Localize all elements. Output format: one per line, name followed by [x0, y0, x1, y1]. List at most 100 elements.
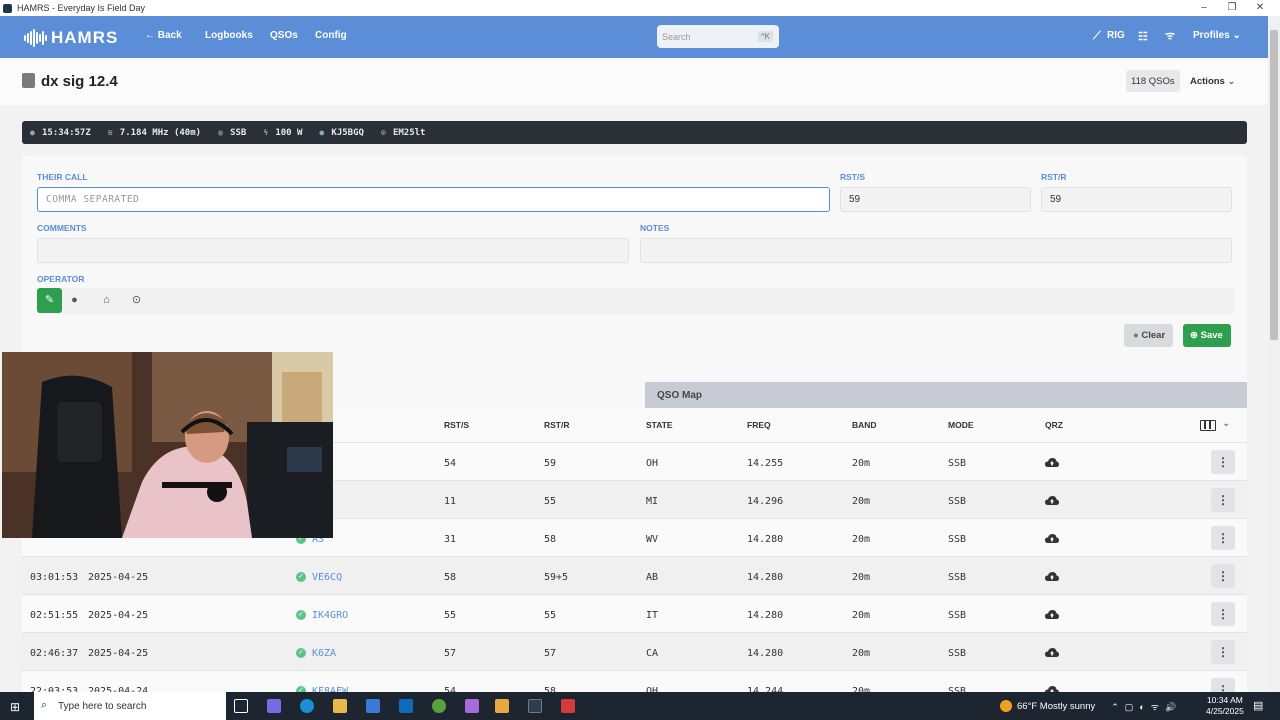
actions-label: Actions [1190, 76, 1225, 87]
cell-time: 03:01:53 [30, 572, 79, 583]
search-input[interactable]: Search ^K [657, 25, 779, 48]
clock-date: 4/25/2025 [1206, 706, 1244, 716]
qrz-upload-cloud-icon[interactable] [1045, 572, 1059, 581]
page-scrollbar[interactable] [1268, 16, 1280, 692]
tab-qso-map[interactable]: QSO Map [645, 382, 1247, 408]
location-pin-icon[interactable]: ⊙ [124, 288, 149, 313]
th-freq[interactable]: FREQ [747, 420, 771, 430]
app-icon[interactable] [561, 699, 575, 713]
cell-call[interactable]: IK4GRO [312, 610, 348, 621]
close-button[interactable]: ✕ [1246, 0, 1274, 16]
sliders-icon[interactable]: ☷ [1138, 30, 1148, 43]
app-icon[interactable] [465, 699, 479, 713]
confirmed-check-icon: ✓ [296, 610, 306, 620]
th-state[interactable]: STATE [646, 420, 673, 430]
file-explorer-icon[interactable] [333, 699, 347, 713]
table-row[interactable]: ✓ 03:01:53 2025-04-25 VE6CQ 58 59+5 AB 14.280 20… [22, 556, 1247, 594]
app-icon[interactable] [432, 699, 446, 713]
webcam-image [2, 352, 333, 538]
cell-state: CA [646, 648, 659, 659]
qrz-upload-cloud-icon[interactable] [1045, 458, 1059, 467]
qrz-upload-cloud-icon[interactable] [1045, 610, 1059, 619]
actions-menu[interactable]: Actions ⌄ [1190, 76, 1235, 87]
scrollbar-thumb[interactable] [1270, 30, 1278, 340]
table-row[interactable]: ✓ 02:46:37 2025-04-25 K6ZA 57 57 CA 14.280 20m SS… [22, 632, 1247, 670]
cell-call[interactable]: VE6CQ [312, 572, 342, 583]
weather-text[interactable]: 66°F Mostly sunny [1017, 701, 1095, 712]
row-menu-button[interactable]: ⋮ [1211, 640, 1235, 664]
system-clock[interactable]: 10:34 AM 4/25/2025 [1206, 695, 1244, 717]
cell-mode: SSB [948, 648, 967, 659]
row-menu-button[interactable]: ⋮ [1211, 526, 1235, 550]
rig-button[interactable]: RIG [1107, 30, 1125, 41]
tray-icons[interactable]: ⌃▢◐ᯤ🔊 [1111, 700, 1182, 713]
cell-rst-r: 57 [544, 648, 557, 659]
comments-label: COMMENTS [37, 223, 87, 233]
th-qrz[interactable]: QRZ [1045, 420, 1063, 430]
clear-label: Clear [1141, 330, 1166, 341]
cell-rst-s: 54 [444, 458, 457, 469]
operator-person-icon[interactable]: ● [62, 288, 87, 313]
rst-s-input[interactable]: 59 [840, 187, 1031, 212]
row-menu-button[interactable]: ⋮ [1211, 450, 1235, 474]
nav-config[interactable]: Config [315, 30, 347, 41]
profiles-menu[interactable]: Profiles ⌄ [1193, 30, 1241, 41]
nav-qsos[interactable]: QSOs [270, 30, 298, 41]
copilot-icon[interactable] [267, 699, 281, 713]
back-link[interactable]: ← Back [145, 30, 182, 41]
utc-time: 15:34:57Z [42, 127, 91, 138]
home-icon[interactable]: ⌂ [94, 288, 119, 313]
app-icon[interactable] [528, 699, 542, 713]
columns-icon[interactable] [1200, 420, 1216, 431]
cell-call[interactable]: K6ZA [312, 648, 336, 659]
station-status-bar[interactable]: ● 15:34:57Z ≋ 7.184 MHz (40m) ◍ SSB ϟ 100 W … [22, 121, 1247, 144]
maximize-button[interactable]: ❐ [1218, 0, 1246, 16]
rst-r-input[interactable]: 59 [1041, 187, 1232, 212]
nav-logbooks[interactable]: Logbooks [205, 30, 253, 41]
outlook-icon[interactable] [399, 699, 413, 713]
location-pin-icon: ⊙ [380, 127, 386, 137]
cell-state: MI [646, 496, 659, 507]
row-menu-button[interactable]: ⋮ [1211, 602, 1235, 626]
edge-icon[interactable] [300, 699, 314, 713]
power: 100 W [275, 127, 303, 138]
logo-text: HAMRS [51, 28, 119, 47]
cell-mode: SSB [948, 458, 967, 469]
table-row[interactable]: ✓ 02:51:55 2025-04-25 IK4GRO 55 55 IT 14.280 20m… [22, 594, 1247, 632]
row-menu-button[interactable]: ⋮ [1211, 488, 1235, 512]
qrz-upload-cloud-icon[interactable] [1045, 534, 1059, 543]
rst-s-label: RST/S [840, 172, 866, 182]
minimize-button[interactable]: – [1190, 0, 1218, 16]
hamrs-taskbar-icon[interactable] [495, 699, 509, 713]
save-button[interactable]: ⊕ Save [1183, 324, 1231, 347]
qrz-upload-cloud-icon[interactable] [1045, 648, 1059, 657]
wifi-icon[interactable]: ᯤ [1165, 28, 1175, 43]
th-band[interactable]: BAND [852, 420, 877, 430]
store-icon[interactable] [366, 699, 380, 713]
their-call-input[interactable]: COMMA SEPARATED [37, 187, 830, 212]
confirmed-check-icon: ✓ [296, 572, 306, 582]
qrz-upload-cloud-icon[interactable] [1045, 496, 1059, 505]
cell-freq: 14.280 [747, 610, 784, 621]
cell-freq: 14.280 [747, 534, 784, 545]
taskbar-search[interactable]: ⌕ Type here to search [34, 692, 226, 720]
cell-time: 02:51:55 [30, 610, 79, 621]
cell-freq: 14.255 [747, 458, 784, 469]
logbook-header: dx sig 12.4 118 QSOs Actions ⌄ [0, 58, 1268, 105]
clear-button[interactable]: ● Clear [1124, 324, 1173, 347]
edit-pencil-icon[interactable]: ✎ [37, 288, 62, 313]
task-view-icon[interactable] [234, 699, 248, 713]
th-rst-s[interactable]: RST/S [444, 420, 469, 430]
comments-input[interactable] [37, 238, 629, 263]
hamrs-logo[interactable]: HAMRS [24, 28, 118, 48]
notification-icon[interactable]: ▤ [1253, 699, 1263, 712]
th-mode[interactable]: MODE [948, 420, 974, 430]
notes-input[interactable] [640, 238, 1232, 263]
profiles-label: Profiles [1193, 30, 1230, 41]
cell-rst-s: 55 [444, 610, 457, 621]
windows-start-icon[interactable]: ⊞ [10, 700, 20, 714]
mode-icon: ◍ [218, 127, 223, 137]
row-menu-button[interactable]: ⋮ [1211, 564, 1235, 588]
chevron-down-icon[interactable]: ⌄ [1222, 418, 1230, 429]
th-rst-r[interactable]: RST/R [544, 420, 570, 430]
